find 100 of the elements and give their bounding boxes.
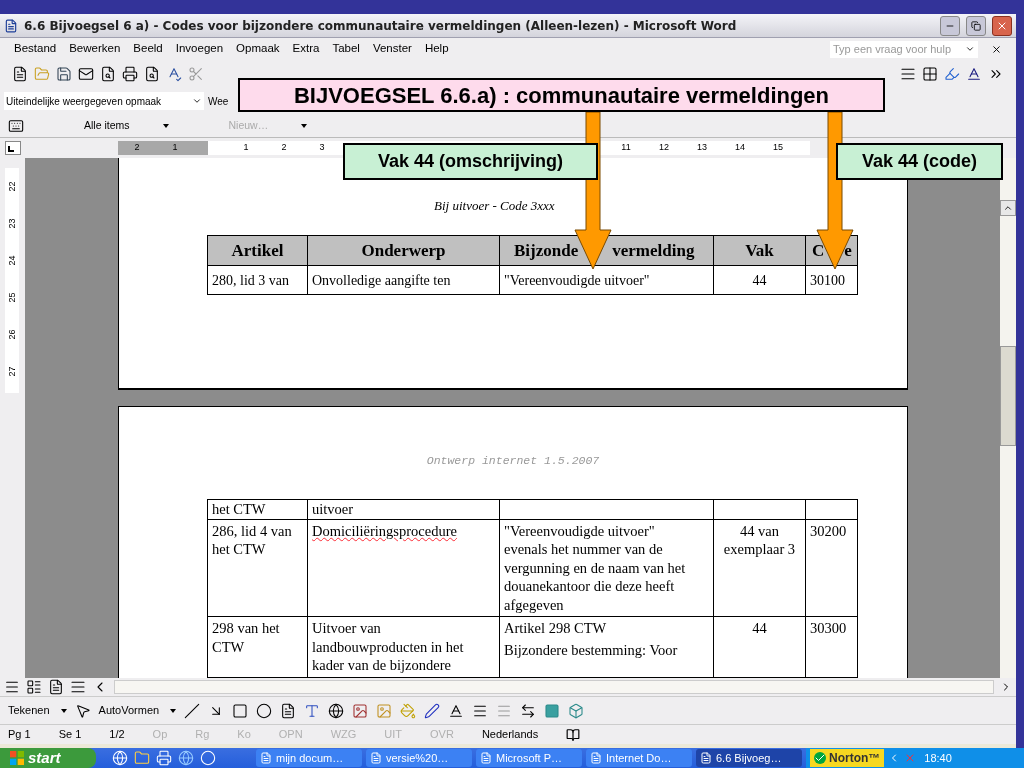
print-view-icon[interactable] xyxy=(48,679,64,695)
status-item: UIT xyxy=(384,727,403,743)
view-button[interactable]: Wee xyxy=(208,93,229,109)
text-box-icon[interactable] xyxy=(280,702,297,719)
ruler-number: 25 xyxy=(5,291,18,305)
ellipse-icon[interactable] xyxy=(256,702,273,719)
ruler-number: 27 xyxy=(5,365,18,379)
table-cell: Artikel 298 CTW Bijzondere bestemming: Voor xyxy=(499,616,714,678)
table-cell: Onvolledige aangifte ten xyxy=(307,265,500,295)
taskbar-button[interactable]: Microsoft P… xyxy=(476,749,582,767)
callout-title: BIJVOEGSEL 6.6.a) : communautaire vermeldingen xyxy=(238,78,885,112)
save-icon[interactable] xyxy=(56,66,72,82)
ruler-number: 2 xyxy=(133,141,141,154)
pointer-icon[interactable] xyxy=(74,702,91,719)
print-preview-icon[interactable] xyxy=(144,66,160,82)
document-icon xyxy=(700,752,712,764)
normal-view-icon[interactable] xyxy=(4,679,20,695)
menu-item[interactable]: Beeld xyxy=(133,40,163,58)
table-cell: "Vereenvoudigde uitvoer" xyxy=(499,265,714,295)
rectangle-icon[interactable] xyxy=(232,702,249,719)
browser-icon[interactable] xyxy=(178,750,194,766)
line-icon[interactable] xyxy=(184,702,201,719)
page-header: Ontwerp internet 1.5.2007 xyxy=(425,453,601,469)
web-view-icon[interactable] xyxy=(26,679,42,695)
spelling-check-icon[interactable] xyxy=(166,66,182,82)
scrollbar-thumb[interactable] xyxy=(1000,346,1016,446)
start-button[interactable]: start xyxy=(0,748,96,768)
justify-icon[interactable] xyxy=(900,66,916,82)
draw-menu[interactable]: Tekenen xyxy=(8,702,50,719)
horizontal-scrollbar[interactable] xyxy=(114,680,994,694)
ruler-number: 15 xyxy=(772,141,784,154)
ruler-number: 3 xyxy=(318,141,326,154)
envelope-icon[interactable] xyxy=(78,66,94,82)
help-search-field[interactable]: Typ een vraag voor hulp xyxy=(830,40,978,58)
taskbar-button[interactable]: 6.6 Bijvoeg… xyxy=(696,749,802,767)
table-cell: 44 xyxy=(713,265,806,295)
table-cell: Uitvoer van landbouwproducten in het kader van de bijzondere xyxy=(307,616,500,678)
autoshapes-menu[interactable]: AutoVormen xyxy=(98,702,160,719)
minimize-button[interactable] xyxy=(940,15,960,36)
menu-item[interactable]: Bewerken xyxy=(69,40,121,58)
outline-view-icon[interactable] xyxy=(70,679,86,695)
norton-badge[interactable]: Norton™ xyxy=(810,749,885,767)
review-dropdown[interactable]: Alle items xyxy=(84,117,130,134)
menu-item[interactable]: Venster xyxy=(372,40,412,58)
menu-item[interactable]: Tabel xyxy=(332,40,360,58)
tab-selector[interactable] xyxy=(5,141,21,155)
menu-item[interactable]: Help xyxy=(424,40,449,58)
ruler-number: 26 xyxy=(5,328,18,342)
ruler-number: 1 xyxy=(171,141,179,154)
dropdown-caret-icon[interactable] xyxy=(965,44,975,54)
caret-icon[interactable] xyxy=(170,708,177,713)
highlighter-icon[interactable] xyxy=(944,66,960,82)
status-item: Op xyxy=(152,727,168,743)
status-item: OVR xyxy=(430,727,454,743)
three-d-icon[interactable] xyxy=(568,702,585,719)
ruler-number: 2 xyxy=(280,141,288,154)
borders-icon[interactable] xyxy=(922,66,938,82)
table-cell: Domiciliëringsprocedure xyxy=(307,519,500,617)
ruler-number: 1 xyxy=(242,141,250,154)
ruler-number: 13 xyxy=(696,141,708,154)
document-icon xyxy=(480,752,492,764)
close-icon[interactable] xyxy=(991,43,1002,55)
taskbar-button[interactable]: Internet Do… xyxy=(586,749,692,767)
folder-icon[interactable] xyxy=(134,750,150,766)
table-cell: uitvoer xyxy=(307,499,500,520)
caret-icon[interactable] xyxy=(301,123,308,128)
scroll-up-icon[interactable] xyxy=(1003,203,1013,213)
caret-icon[interactable] xyxy=(60,708,67,713)
menu-item[interactable]: Opmaak xyxy=(236,40,280,58)
table-cell: 30200 xyxy=(805,519,858,617)
document-icon xyxy=(370,752,382,764)
taskbar-button[interactable]: mijn docum… xyxy=(256,749,362,767)
table-cell: het CTW xyxy=(207,499,308,520)
restore-button[interactable] xyxy=(966,15,986,36)
menu-item[interactable]: Invoegen xyxy=(175,40,224,58)
display-mode-dropdown[interactable]: Uiteindelijke weergegeven opmaak xyxy=(4,92,204,110)
new-document-icon[interactable] xyxy=(12,66,28,82)
arrow-style-icon[interactable] xyxy=(520,702,537,719)
menu-item[interactable]: Bestand xyxy=(14,40,57,58)
caret-icon[interactable] xyxy=(162,123,169,128)
taskbar-button[interactable]: versie%20… xyxy=(366,749,472,767)
restore-icon[interactable] xyxy=(971,20,981,31)
reviewing-pane-icon[interactable] xyxy=(8,117,24,134)
printer-icon[interactable] xyxy=(122,66,138,82)
menu-item[interactable]: Extra xyxy=(292,40,320,58)
callout-label: Vak 44 (omschrijving) xyxy=(343,143,598,180)
vertical-scrollbar[interactable] xyxy=(1000,158,1016,678)
word-document-icon xyxy=(4,18,18,33)
table-cell: 286, lid 4 van het CTW xyxy=(207,519,308,617)
font-color-icon[interactable] xyxy=(448,702,465,719)
ruler-number: 14 xyxy=(734,141,746,154)
table-cell: 280, lid 3 van xyxy=(207,265,308,295)
ruler-number: 12 xyxy=(658,141,670,154)
book-icon xyxy=(566,727,581,742)
magnifier-page-icon[interactable] xyxy=(100,66,116,82)
status-item: Pg 1 xyxy=(8,727,31,743)
font-color-icon[interactable] xyxy=(966,66,982,82)
dropdown-caret-icon[interactable] xyxy=(192,96,202,106)
line-color-icon[interactable] xyxy=(424,702,441,719)
fill-color-icon[interactable] xyxy=(400,702,417,719)
